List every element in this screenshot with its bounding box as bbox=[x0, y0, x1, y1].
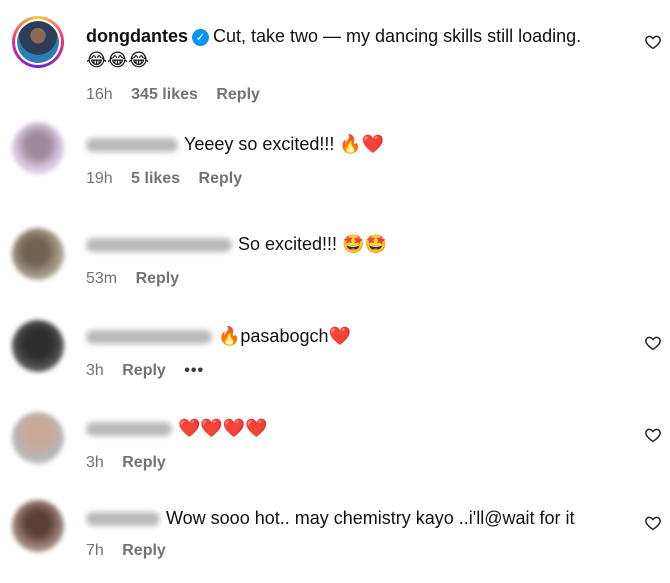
comment-username[interactable]: dongdantes bbox=[86, 26, 188, 46]
comment-time[interactable]: 3h bbox=[86, 362, 104, 379]
comment-likes[interactable]: 345 likes bbox=[131, 86, 198, 103]
avatar[interactable] bbox=[12, 228, 64, 280]
reply-button[interactable]: Reply bbox=[122, 454, 166, 471]
reply-button[interactable]: Reply bbox=[199, 170, 243, 187]
comment-text: ❤️❤️❤️❤️ bbox=[178, 418, 268, 438]
comments-list: dongdantes ✓ Cut, take two — my dancing sk… bbox=[0, 0, 670, 583]
avatar[interactable] bbox=[12, 320, 64, 372]
avatar[interactable] bbox=[12, 122, 64, 174]
comment-time[interactable]: 7h bbox=[86, 542, 104, 559]
comment-time[interactable]: 3h bbox=[86, 454, 104, 471]
comment-time[interactable]: 16h bbox=[86, 86, 113, 103]
avatar[interactable] bbox=[12, 16, 64, 68]
verified-badge-icon: ✓ bbox=[192, 29, 209, 46]
avatar[interactable] bbox=[12, 500, 64, 552]
heart-outline-icon[interactable] bbox=[644, 334, 662, 352]
heart-outline-icon[interactable] bbox=[644, 33, 662, 51]
comment-username-blurred[interactable] bbox=[86, 512, 160, 527]
comment-time[interactable]: 19h bbox=[86, 170, 113, 187]
comment-text-line2: 😂😂😂 bbox=[86, 50, 150, 70]
comment-text: Yeeey so excited!!! 🔥❤️ bbox=[184, 134, 385, 154]
reply-button[interactable]: Reply bbox=[136, 270, 180, 287]
more-options-icon[interactable]: ••• bbox=[184, 362, 204, 379]
reply-button[interactable]: Reply bbox=[216, 86, 260, 103]
avatar[interactable] bbox=[12, 412, 64, 464]
reply-button[interactable]: Reply bbox=[122, 542, 166, 559]
comment-text: 🔥pasabogch❤️ bbox=[218, 326, 351, 346]
comment-text: Wow sooo hot.. may chemistry kayo ..i'll… bbox=[166, 508, 575, 528]
comment-username-blurred[interactable] bbox=[86, 138, 178, 153]
comment-time[interactable]: 53m bbox=[86, 270, 117, 287]
comment-text: So excited!!! 🤩🤩 bbox=[238, 234, 387, 254]
comment-username-blurred[interactable] bbox=[86, 422, 172, 437]
heart-outline-icon[interactable] bbox=[644, 514, 662, 532]
comment-text: Cut, take two — my dancing skills still … bbox=[213, 26, 582, 46]
comment-username-blurred[interactable] bbox=[86, 330, 212, 345]
comment-likes[interactable]: 5 likes bbox=[131, 170, 180, 187]
comment-username-blurred[interactable] bbox=[86, 238, 232, 253]
heart-outline-icon[interactable] bbox=[644, 426, 662, 444]
reply-button[interactable]: Reply bbox=[122, 362, 166, 379]
